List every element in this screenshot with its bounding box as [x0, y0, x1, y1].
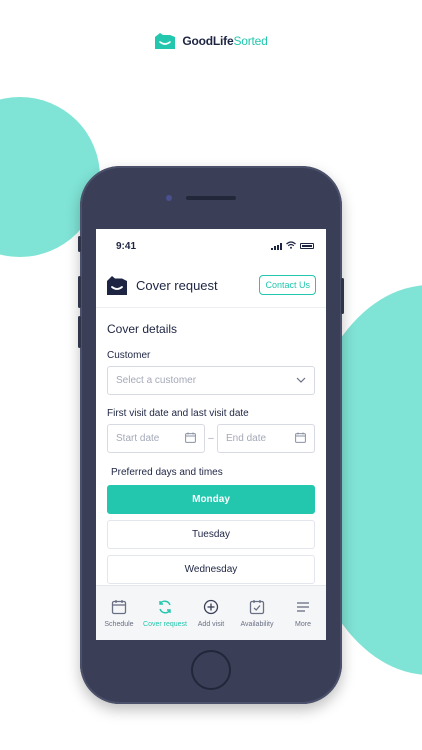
home-button[interactable]: [191, 650, 231, 690]
status-time: 9:41: [116, 240, 137, 252]
phone-frame: 9:41 Cover request Contact Us Cover deta…: [78, 166, 344, 704]
battery-icon: [300, 243, 314, 249]
phone-screen: 9:41 Cover request Contact Us Cover deta…: [96, 229, 326, 640]
plus-circle-icon: [203, 599, 219, 617]
calendar-check-icon: [249, 599, 265, 617]
customer-placeholder: Select a customer: [116, 375, 197, 386]
day-option-tuesday[interactable]: Tuesday: [107, 520, 315, 549]
end-date-placeholder: End date: [226, 433, 267, 444]
section-title: Cover details: [107, 322, 178, 336]
menu-icon: [295, 599, 311, 617]
start-date-field[interactable]: Start date: [107, 424, 205, 453]
page-title: Cover request: [136, 277, 218, 293]
mute-switch: [78, 236, 81, 252]
volume-down-button: [78, 316, 81, 348]
tab-availability[interactable]: Availability: [235, 599, 279, 628]
wifi-icon: [286, 240, 296, 252]
header-left: Cover request: [106, 274, 218, 296]
brand-header: GoodLifeSorted: [0, 32, 422, 50]
start-date-placeholder: Start date: [116, 433, 160, 444]
tab-schedule[interactable]: Schedule: [97, 599, 141, 628]
front-camera: [166, 195, 172, 201]
tab-label: More: [295, 620, 311, 628]
volume-up-button: [78, 276, 81, 308]
day-option-monday[interactable]: Monday: [107, 485, 315, 514]
tab-label: Add visit: [197, 620, 225, 628]
earpiece-speaker: [186, 196, 236, 200]
preferred-days-label: Preferred days and times: [111, 467, 223, 478]
end-date-field[interactable]: End date: [217, 424, 315, 453]
chevron-down-icon: [296, 375, 306, 386]
app-store-screenshot: GoodLifeSorted 9:41 Cover request Contac…: [0, 0, 422, 750]
tab-label: Availability: [240, 620, 274, 628]
bottom-tab-bar: Schedule Cover request Add visit Availab…: [96, 585, 326, 640]
tab-label: Cover request: [143, 620, 187, 628]
smile-house-icon: [154, 32, 176, 50]
cover-form: Cover details Customer Select a customer…: [96, 308, 326, 584]
customer-label: Customer: [107, 350, 151, 361]
status-bar: 9:41: [96, 229, 326, 263]
brand-name-main: GoodLife: [182, 34, 234, 48]
calendar-icon: [185, 432, 196, 446]
tab-more[interactable]: More: [281, 599, 325, 628]
brand-wordmark: GoodLifeSorted: [182, 34, 267, 48]
contact-us-button[interactable]: Contact Us: [259, 275, 316, 295]
smile-house-icon: [106, 274, 128, 296]
dates-label: First visit date and last visit date: [107, 408, 249, 419]
refresh-icon: [157, 599, 173, 617]
day-option-wednesday[interactable]: Wednesday: [107, 555, 315, 584]
tab-add-visit[interactable]: Add visit: [189, 599, 233, 628]
date-separator: –: [208, 433, 214, 444]
calendar-icon: [295, 432, 306, 446]
signal-icon: [271, 242, 282, 250]
tab-label: Schedule: [104, 620, 134, 628]
power-button: [341, 278, 344, 314]
status-icons: [271, 240, 314, 252]
calendar-icon: [111, 599, 127, 617]
date-range: Start date – End date: [107, 424, 315, 453]
customer-select[interactable]: Select a customer: [107, 366, 315, 395]
brand-name-accent: Sorted: [233, 34, 268, 48]
app-header: Cover request Contact Us: [96, 263, 326, 308]
tab-cover-request[interactable]: Cover request: [143, 599, 187, 628]
